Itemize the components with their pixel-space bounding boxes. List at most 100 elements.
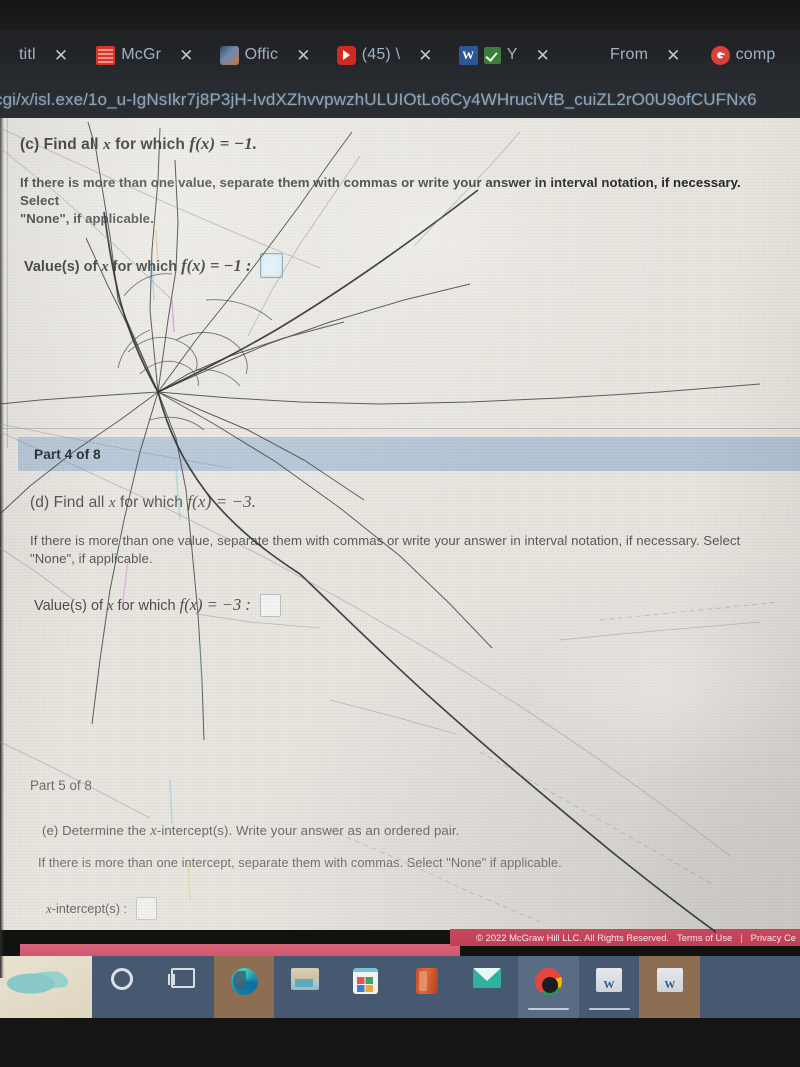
part-4-header: Part 4 of 8 <box>18 437 800 471</box>
terms-of-use-link[interactable]: Terms of Use <box>677 932 732 943</box>
q-text: (d) Find all <box>30 494 109 511</box>
part-d-help: If there is more than one value, separat… <box>30 532 780 568</box>
math-variable: x <box>103 137 111 153</box>
taskbar-empty-area[interactable] <box>700 956 800 1018</box>
assignment-page: (c) Find all x for which f(x) = −1. If t… <box>0 118 800 930</box>
question-part-c: (c) Find all x for which f(x) = −1. If t… <box>0 134 800 279</box>
tab-close-icon[interactable]: ✕ <box>167 47 205 64</box>
chrome-icon <box>534 968 562 995</box>
word-icon <box>656 968 683 992</box>
part-e-question: (e) Determine the x-intercept(s). Write … <box>42 823 800 840</box>
privacy-center-link[interactable]: Privacy Ce <box>751 932 796 943</box>
footer-copyright: © 2022 McGraw Hill LLC. All Rights Reser… <box>476 932 670 943</box>
q-text: -intercept(s). Write your answer as an o… <box>156 823 460 838</box>
tab-title: From <box>610 46 649 63</box>
taskbar-item-microsoft-store[interactable] <box>335 956 397 1018</box>
a-text: Value(s) of <box>34 598 108 615</box>
footer-bar-left <box>20 944 460 956</box>
youtube-icon <box>336 45 356 65</box>
math-function: f(x) <box>179 595 203 615</box>
mail-icon <box>473 968 502 988</box>
math-equals: = −1. <box>215 134 258 153</box>
q-text: (c) Find all <box>20 136 104 153</box>
help-line-2: "None", if applicable. <box>20 210 154 226</box>
screen-bottom-bezel <box>0 1018 800 1067</box>
tab-close-icon[interactable]: ✕ <box>284 47 322 64</box>
a-text: for which <box>108 258 182 275</box>
start-icon <box>111 968 134 990</box>
part-e-help: If there is more than one intercept, sep… <box>38 854 800 871</box>
browser-tab-6[interactable]: From ✕ <box>608 35 695 75</box>
blank-icon <box>0 46 13 65</box>
browser-tab-4[interactable]: (45) \ ✕ <box>335 35 447 75</box>
part-c-answer-label: Value(s) of x for which f(x) = −1 : <box>24 256 251 276</box>
browser-tab-1[interactable]: titl ✕ <box>0 35 82 75</box>
taskbar-item-task-view[interactable] <box>152 956 214 1018</box>
edge-icon <box>230 968 258 995</box>
math-equals: = −3 : <box>202 595 251 615</box>
desktop-wallpaper <box>0 956 92 1018</box>
cracked-screen-photo: titl ✕ McGr ✕ Offic ✕ (45) \ ✕ W Y ✕ Fro… <box>0 0 800 1067</box>
taskbar-item-word-1[interactable] <box>578 956 640 1018</box>
checkmark-icon <box>483 46 501 64</box>
browser-tab-3[interactable]: Offic ✕ <box>218 35 325 75</box>
tab-title: Y <box>506 46 518 63</box>
url-text: cgi/x/isl.exe/1o_u-IgNsIkr7j8P3jH-IvdXZh… <box>0 90 757 109</box>
address-bar[interactable]: cgi/x/isl.exe/1o_u-IgNsIkr7j8P3jH-IvdXZh… <box>0 82 800 118</box>
microsoft-store-icon <box>353 968 379 994</box>
tab-close-icon[interactable]: ✕ <box>654 47 692 64</box>
question-part-d: (d) Find all x for which f(x) = −3. If t… <box>0 492 800 617</box>
footer-separator: | <box>740 932 743 943</box>
part-e-answer-label: x-intercept(s) : <box>46 901 127 917</box>
browser-tab-5[interactable]: W Y ✕ <box>457 35 564 75</box>
part-4-label: Part 4 of 8 <box>34 446 101 462</box>
part-e-answer-row: x-intercept(s) : <box>46 897 800 921</box>
part-d-answer-input[interactable] <box>259 593 281 617</box>
taskbar-item-start[interactable] <box>92 956 153 1018</box>
tab-title: (45) \ <box>361 46 401 63</box>
tab-title: titl <box>19 46 36 63</box>
part-c-question: (c) Find all x for which f(x) = −1. <box>20 134 800 154</box>
part-e-answer-input[interactable] <box>136 897 158 921</box>
part-d-answer-row: Value(s) of x for which f(x) = −3 : <box>34 593 800 617</box>
part-d-question: (d) Find all x for which f(x) = −3. <box>30 492 800 512</box>
math-variable: x <box>150 823 157 839</box>
tab-close-icon[interactable]: ✕ <box>406 47 444 64</box>
a-text: for which <box>113 598 180 615</box>
taskbar-item-file-explorer[interactable] <box>274 956 336 1018</box>
browser-tab-2[interactable]: McGr ✕ <box>94 35 207 75</box>
help-line-2: "None", if applicable. <box>30 550 153 566</box>
taskbar-active-indicator <box>588 1008 630 1010</box>
word-icon <box>596 968 623 992</box>
window-title-bar <box>0 0 800 30</box>
browser-tab-7[interactable]: comp <box>709 35 778 75</box>
math-function: f(x) <box>189 134 216 153</box>
help-line-1: If there is more than one intercept, sep… <box>38 855 562 870</box>
file-explorer-icon <box>290 968 319 990</box>
math-function: f(x) <box>181 255 206 275</box>
google-icon <box>710 45 730 65</box>
a-text: Value(s) of <box>24 258 102 275</box>
tab-close-icon[interactable]: ✕ <box>42 47 80 64</box>
taskbar-item-chrome[interactable] <box>517 956 579 1018</box>
browser-tab-strip[interactable]: titl ✕ McGr ✕ Offic ✕ (45) \ ✕ W Y ✕ Fro… <box>0 32 800 78</box>
part-5-label: Part 5 of 8 <box>30 778 92 793</box>
taskbar-item-edge[interactable] <box>213 956 275 1018</box>
whale-wallpaper-icon <box>6 968 68 994</box>
tab-close-icon[interactable]: ✕ <box>524 47 562 64</box>
office-icon <box>415 968 438 994</box>
windows-taskbar[interactable] <box>0 956 800 1018</box>
taskbar-item-mail[interactable] <box>456 956 518 1018</box>
site-footer: © 2022 McGraw Hill LLC. All Rights Reser… <box>450 929 800 946</box>
tab-title: comp <box>735 46 776 63</box>
taskbar-item-office[interactable] <box>396 956 457 1018</box>
section-divider <box>0 428 800 429</box>
task-view-icon <box>168 968 196 988</box>
tab-title: McGr <box>121 46 162 63</box>
part-d-answer-label: Value(s) of x for which f(x) = −3 : <box>34 595 251 615</box>
part-c-answer-row: Value(s) of x for which f(x) = −1 : <box>24 253 800 279</box>
math-variable: x <box>108 495 116 511</box>
taskbar-item-word-2[interactable] <box>639 956 701 1018</box>
q-text: for which <box>115 494 188 511</box>
part-c-answer-input[interactable] <box>260 253 284 279</box>
